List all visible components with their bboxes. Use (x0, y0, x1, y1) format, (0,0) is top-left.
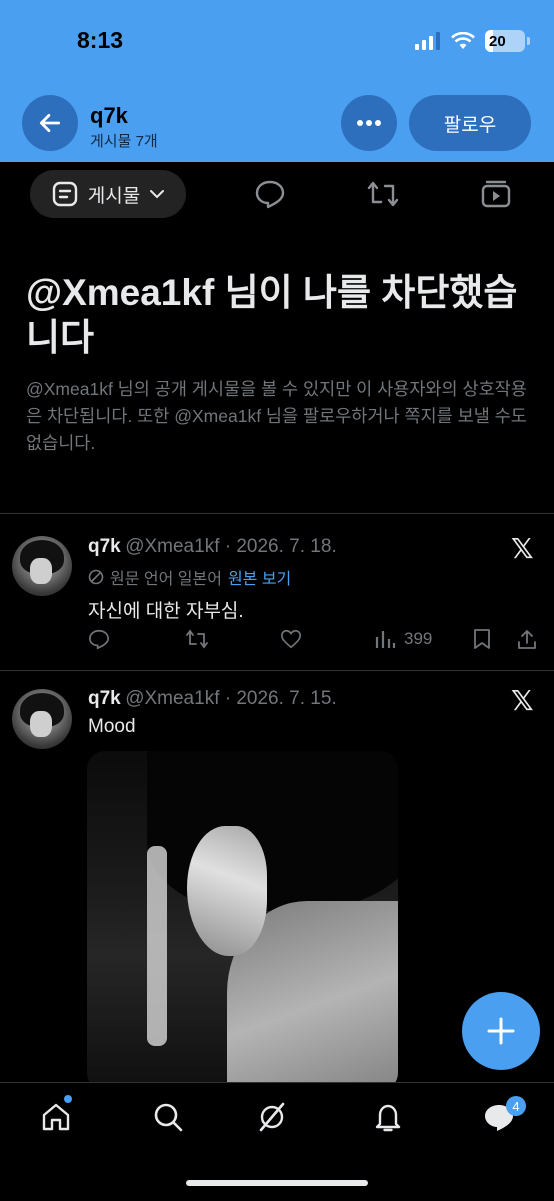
tweet-actions: 399 (88, 628, 538, 656)
tweet-text: 자신에 대한 자부심. (88, 601, 244, 622)
tab-media[interactable] (480, 178, 512, 210)
home-icon[interactable] (40, 1101, 72, 1133)
tweet-header: q7k @Xmea1kf · 2026. 7. 18. (88, 536, 337, 558)
posts-icon (52, 181, 77, 207)
like-icon (281, 629, 301, 649)
bookmark-button[interactable] (472, 628, 492, 650)
translate-note: 원문 언어 일본어 (110, 571, 222, 588)
battery-indicator: 20 (485, 30, 525, 52)
retweet-button[interactable] (185, 628, 209, 650)
tweet-author-name: q7k (88, 688, 121, 709)
tab-replies[interactable] (254, 178, 286, 210)
tweet-media-image[interactable] (87, 751, 398, 1091)
chevron-down-icon (150, 190, 165, 199)
tweet-header: q7k @Xmea1kf · 2026. 7. 15. (88, 688, 337, 710)
tweet-text: Mood (88, 716, 136, 737)
follow-button[interactable]: 팔로우 (409, 95, 531, 151)
bell-icon[interactable] (372, 1101, 404, 1133)
search-icon[interactable] (152, 1101, 184, 1133)
show-original-link[interactable]: 원본 보기 (228, 565, 291, 589)
home-dot-badge (64, 1095, 72, 1103)
profile-tabs: 게시물 (0, 162, 554, 224)
profile-name: q7k (90, 103, 128, 128)
battery-level: 20 (489, 32, 506, 50)
grok-icon[interactable] (256, 1101, 288, 1133)
profile-header: 8:13 20 q7k 게시물 7개 팔로우 (0, 0, 554, 162)
x-logo-icon: 𝕏 (511, 532, 534, 565)
back-arrow-icon (39, 114, 61, 132)
divider (0, 513, 554, 514)
translate-icon (88, 569, 104, 585)
status-icons: 20 (415, 30, 530, 52)
retweet-icon (186, 629, 208, 649)
tab-retweet[interactable] (366, 178, 400, 210)
avatar[interactable] (12, 536, 72, 596)
back-button[interactable] (22, 95, 78, 151)
messages-count-badge: 4 (506, 1096, 526, 1116)
home-indicator (186, 1180, 368, 1186)
wifi-icon (451, 32, 475, 49)
tweet-author-name: q7k (88, 536, 121, 557)
bookmark-icon (474, 629, 490, 649)
tab-posts-label: 게시물 (87, 185, 141, 207)
x-logo-icon: 𝕏 (511, 684, 534, 717)
views-icon (375, 631, 396, 648)
status-time: 8:13 (77, 27, 124, 53)
compose-button[interactable] (462, 992, 540, 1070)
more-button[interactable] (341, 95, 397, 151)
blocked-description: @Xmea1kf 님의 공개 게시물을 볼 수 있지만 이 사용자와의 상호작용… (26, 379, 527, 453)
views-button[interactable]: 399 (374, 628, 432, 650)
compose-icon (487, 1017, 515, 1045)
avatar[interactable] (12, 689, 72, 749)
post-count: 게시물 7개 (90, 133, 158, 150)
share-button[interactable] (516, 628, 538, 650)
translate-row: 원문 언어 일본어 원본 보기 (88, 565, 291, 589)
signal-icon (415, 32, 440, 50)
like-button[interactable] (280, 628, 302, 650)
share-icon (518, 630, 536, 649)
views-count: 399 (404, 629, 433, 648)
tweet-handle-date: @Xmea1kf · 2026. 7. 18. (125, 536, 337, 557)
more-icon (357, 120, 381, 126)
divider (0, 670, 554, 671)
tweet-handle-date: @Xmea1kf · 2026. 7. 15. (125, 688, 337, 709)
tab-posts[interactable]: 게시물 (30, 170, 186, 218)
reply-button[interactable] (88, 628, 110, 650)
blocked-title: @Xmea1kf 님이 나를 차단했습니다 (26, 272, 518, 358)
reply-icon (89, 629, 109, 650)
